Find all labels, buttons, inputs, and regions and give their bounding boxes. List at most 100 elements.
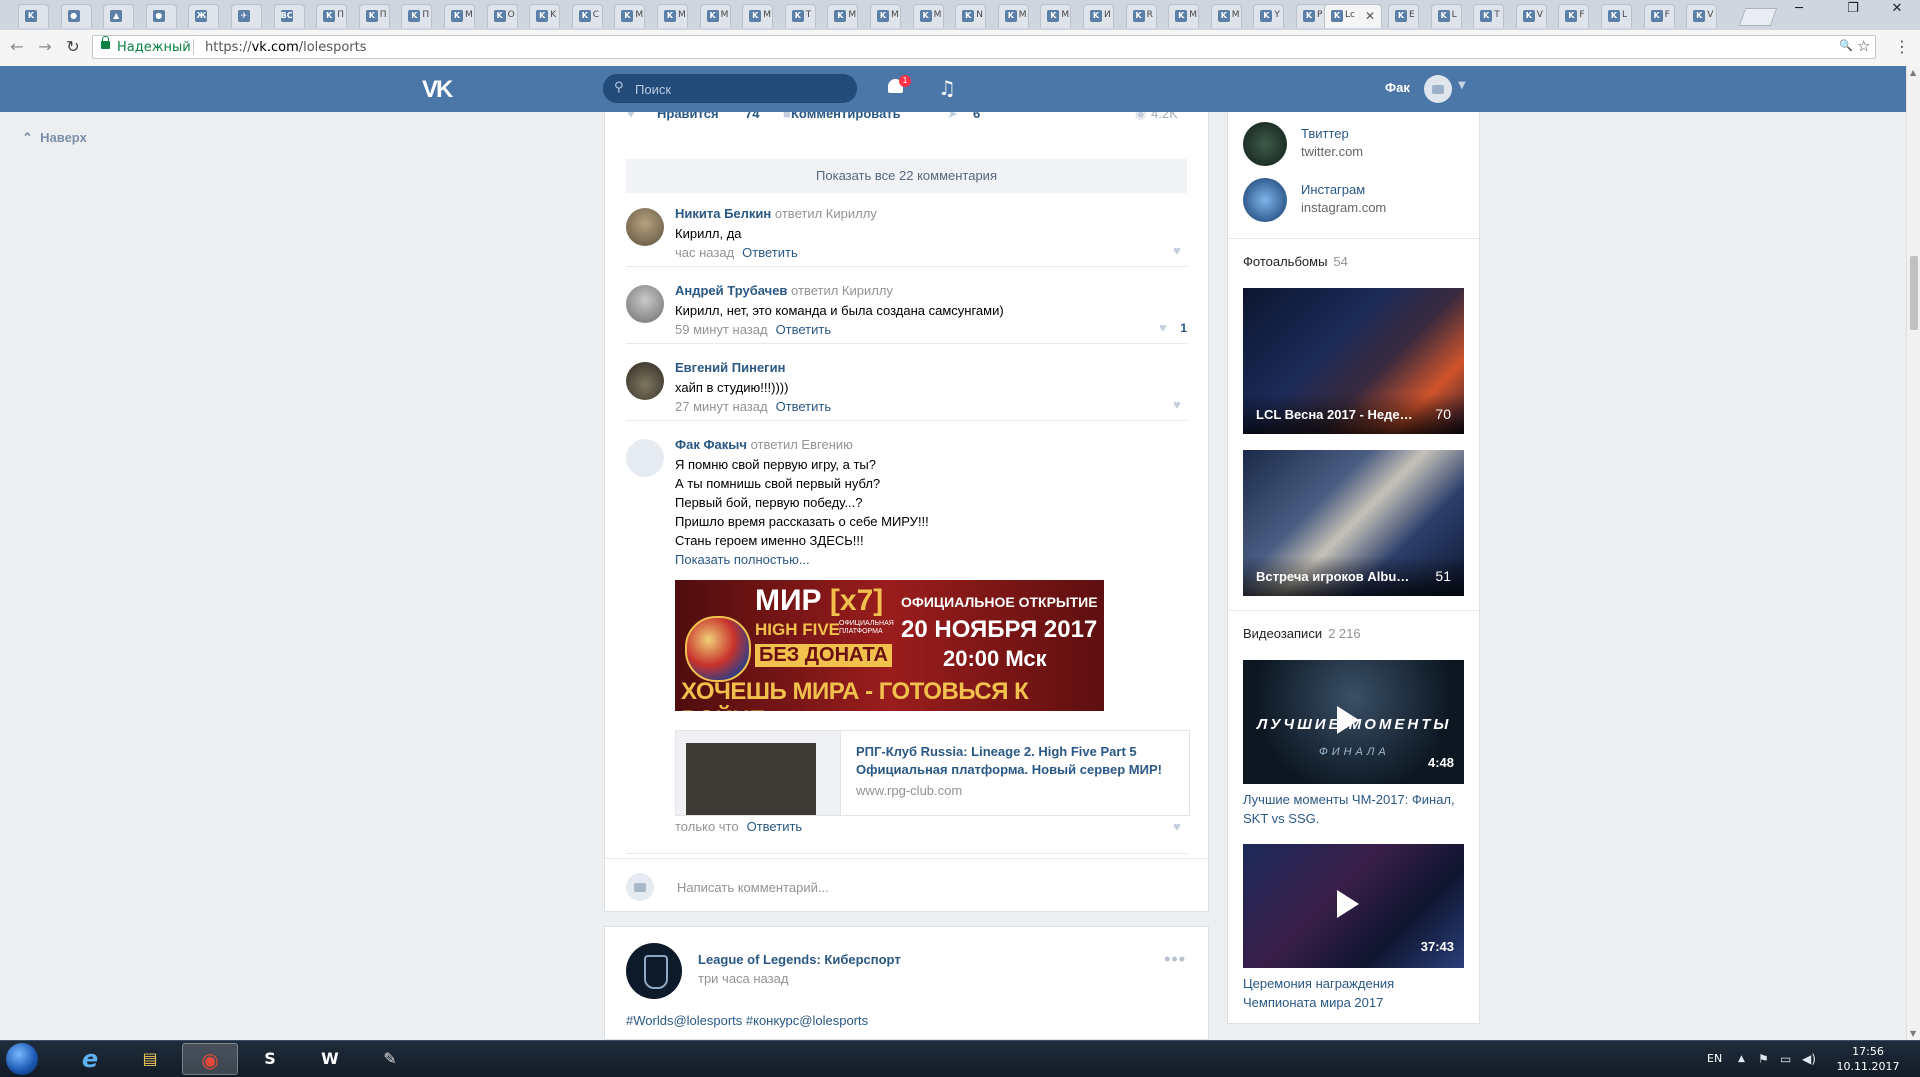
- browser-tab[interactable]: KN: [955, 4, 987, 28]
- comment-time[interactable]: час назад: [675, 245, 734, 260]
- comment-like-icon[interactable]: ♥: [1173, 397, 1187, 412]
- comment-time[interactable]: 59 минут назад: [675, 322, 768, 337]
- close-window-button[interactable]: ✕: [1884, 0, 1910, 20]
- browser-tab[interactable]: KО: [486, 4, 518, 28]
- taskbar-explorer[interactable]: ▤: [122, 1043, 178, 1075]
- browser-tab[interactable]: KM: [699, 4, 731, 28]
- browser-tab[interactable]: KM: [912, 4, 944, 28]
- back-to-top-link[interactable]: ⌃ Наверх: [22, 130, 87, 146]
- album-thumb[interactable]: Встреча игроков Albus N... 51: [1243, 450, 1464, 596]
- start-button[interactable]: [6, 1043, 38, 1075]
- browser-tab[interactable]: KM: [742, 4, 774, 28]
- browser-tab[interactable]: KK: [529, 4, 561, 28]
- comment-author[interactable]: Фак Факыч: [675, 437, 747, 452]
- browser-tab[interactable]: KM: [444, 4, 475, 28]
- taskbar-chrome[interactable]: ◉: [182, 1043, 238, 1075]
- comment-label[interactable]: Комментировать: [791, 112, 901, 121]
- video-thumb[interactable]: 37:43: [1243, 844, 1464, 968]
- browser-tab[interactable]: KL: [1601, 4, 1632, 28]
- post-time[interactable]: три часа назад: [698, 971, 788, 986]
- vk-logo[interactable]: VK: [422, 76, 453, 104]
- comment-like-icon[interactable]: ♥: [1159, 320, 1173, 335]
- video-title[interactable]: Лучшие моменты ЧМ-2017: Финал, SKT vs SS…: [1243, 790, 1468, 828]
- notifications-button[interactable]: 1: [886, 75, 911, 99]
- reload-button[interactable]: ↻: [64, 38, 82, 56]
- comment-avatar[interactable]: [626, 285, 664, 323]
- comment-avatar[interactable]: [626, 208, 664, 246]
- browser-tab[interactable]: KM: [997, 4, 1029, 28]
- browser-tab[interactable]: KC: [571, 4, 603, 28]
- chevron-down-icon[interactable]: ▼: [1458, 80, 1466, 91]
- browser-tab[interactable]: KM: [827, 4, 859, 28]
- comment-like-icon[interactable]: ♥: [1173, 819, 1187, 834]
- comment-author[interactable]: Андрей Трубачев: [675, 283, 787, 298]
- comment-time[interactable]: только что: [675, 819, 739, 834]
- album-thumb[interactable]: LCL Весна 2017 - Недел... 70: [1243, 288, 1464, 434]
- scroll-up-icon[interactable]: ▲: [1910, 68, 1916, 77]
- taskbar-paint[interactable]: ✎: [362, 1043, 418, 1075]
- forward-button[interactable]: →: [36, 38, 54, 56]
- videos-header[interactable]: Видеозаписи 2 216: [1243, 626, 1361, 641]
- browser-tab[interactable]: ●: [145, 4, 177, 28]
- browser-tab[interactable]: KF: [1558, 4, 1590, 28]
- albums-header[interactable]: Фотоальбомы 54: [1243, 254, 1348, 269]
- video-title[interactable]: Церемония награждения Чемпионата мира 20…: [1243, 974, 1468, 1012]
- browser-tab[interactable]: ●: [60, 4, 92, 28]
- group-avatar[interactable]: [626, 943, 682, 999]
- post-menu-icon[interactable]: •••: [1164, 949, 1186, 970]
- browser-tab[interactable]: KП: [358, 4, 390, 28]
- music-icon[interactable]: ♫: [938, 76, 956, 100]
- like-icon[interactable]: ♥: [627, 112, 635, 121]
- browser-tab[interactable]: KT: [784, 4, 816, 28]
- comment-icon[interactable]: ■: [783, 112, 791, 121]
- menu-icon[interactable]: ⋮: [1893, 38, 1911, 56]
- link-title[interactable]: РПГ-Клуб Russia: Lineage 2. High Five Pa…: [856, 743, 1176, 779]
- tab-close-icon[interactable]: ✕: [1365, 9, 1375, 23]
- reply-link[interactable]: Ответить: [742, 245, 798, 260]
- comment-like-icon[interactable]: ♥: [1173, 243, 1187, 258]
- comment-avatar[interactable]: [626, 439, 664, 477]
- browser-tab[interactable]: KR: [1125, 4, 1157, 28]
- browser-tab[interactable]: ▲: [103, 4, 135, 28]
- browser-tab[interactable]: KF: [1643, 4, 1675, 28]
- comment-author[interactable]: Никита Белкин: [675, 206, 771, 221]
- browser-tab[interactable]: KП: [316, 4, 348, 28]
- browser-tab-active[interactable]: K Lc ✕: [1324, 4, 1382, 28]
- browser-tab[interactable]: KM: [1168, 4, 1200, 28]
- browser-tab[interactable]: KM: [1040, 4, 1072, 28]
- video-thumb[interactable]: ЛУЧШИЕ МОМЕНТЫ ФИНАЛА 4:48: [1243, 660, 1464, 784]
- address-bar[interactable]: Надежный https://vk.com/lolesports 🔍 ☆: [92, 35, 1876, 59]
- browser-tab[interactable]: Ж: [188, 4, 220, 28]
- scrollbar-thumb[interactable]: [1910, 256, 1918, 330]
- like-label[interactable]: Нравится: [657, 112, 719, 121]
- url-text[interactable]: https://vk.com/lolesports: [205, 40, 366, 55]
- clock[interactable]: 17:56 10.11.2017: [1835, 1044, 1901, 1074]
- action-center-icon[interactable]: ⚑: [1758, 1052, 1769, 1066]
- taskbar-ie[interactable]: e: [62, 1043, 118, 1075]
- share-icon[interactable]: ➤: [947, 112, 958, 122]
- link-name[interactable]: Твиттер: [1301, 126, 1349, 141]
- taskbar-skype[interactable]: S: [242, 1043, 298, 1075]
- network-icon[interactable]: ▭: [1780, 1052, 1791, 1066]
- new-tab-button[interactable]: [1738, 8, 1778, 26]
- page-scrollbar[interactable]: ▲ ▼: [1906, 66, 1920, 1040]
- zoom-icon[interactable]: 🔍: [1839, 39, 1853, 52]
- link-name[interactable]: Инстаграм: [1301, 182, 1365, 197]
- browser-tab[interactable]: KV: [1515, 4, 1547, 28]
- reply-link[interactable]: Ответить: [747, 819, 803, 834]
- browser-tab[interactable]: KT: [1473, 4, 1505, 28]
- browser-tab[interactable]: BC: [273, 4, 305, 28]
- browser-tab[interactable]: KM: [870, 4, 901, 28]
- user-name[interactable]: Фак: [1385, 80, 1410, 95]
- show-more-link[interactable]: Показать полностью...: [675, 550, 1175, 569]
- browser-tab[interactable]: KП: [401, 4, 433, 28]
- browser-tab[interactable]: K: [18, 4, 49, 28]
- browser-tab[interactable]: KИ: [1083, 4, 1114, 28]
- show-all-comments-button[interactable]: Показать все 22 комментария: [626, 159, 1187, 193]
- comment-avatar[interactable]: [626, 362, 664, 400]
- volume-icon[interactable]: ◀): [1802, 1052, 1816, 1066]
- scroll-down-icon[interactable]: ▼: [1910, 1029, 1916, 1038]
- browser-tab[interactable]: KM: [657, 4, 688, 28]
- link-preview[interactable]: РПГ-Клуб Russia: Lineage 2. High Five Pa…: [675, 730, 1190, 816]
- minimize-button[interactable]: ─: [1786, 0, 1812, 20]
